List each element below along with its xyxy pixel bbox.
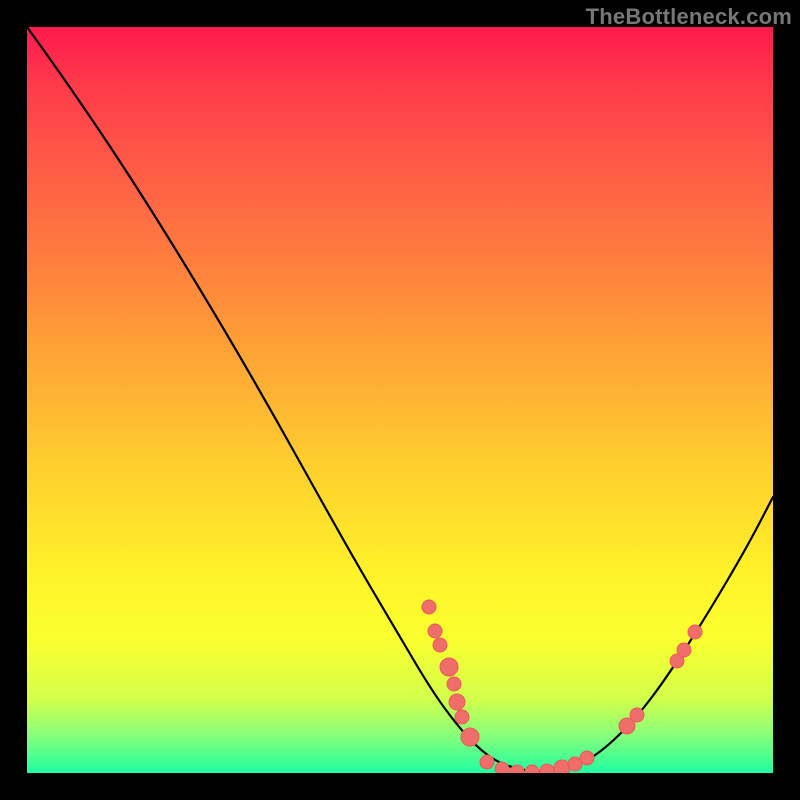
data-marker [525, 765, 539, 773]
chart-area [27, 27, 773, 773]
data-marker [688, 625, 702, 639]
data-marker [480, 755, 494, 769]
curve-plot [27, 27, 773, 773]
data-marker [447, 677, 461, 691]
data-marker [677, 643, 691, 657]
data-marker [461, 728, 479, 746]
data-marker [540, 764, 554, 773]
data-marker [580, 751, 594, 765]
data-marker [554, 760, 570, 773]
watermark-label: TheBottleneck.com [586, 4, 792, 30]
data-marker [433, 638, 447, 652]
bottleneck-curve [27, 27, 773, 772]
data-marker [449, 694, 465, 710]
data-marker [455, 710, 469, 724]
data-marker [495, 762, 509, 773]
data-marker [422, 600, 436, 614]
data-marker [630, 708, 644, 722]
data-marker [428, 624, 442, 638]
data-marker [440, 658, 458, 676]
